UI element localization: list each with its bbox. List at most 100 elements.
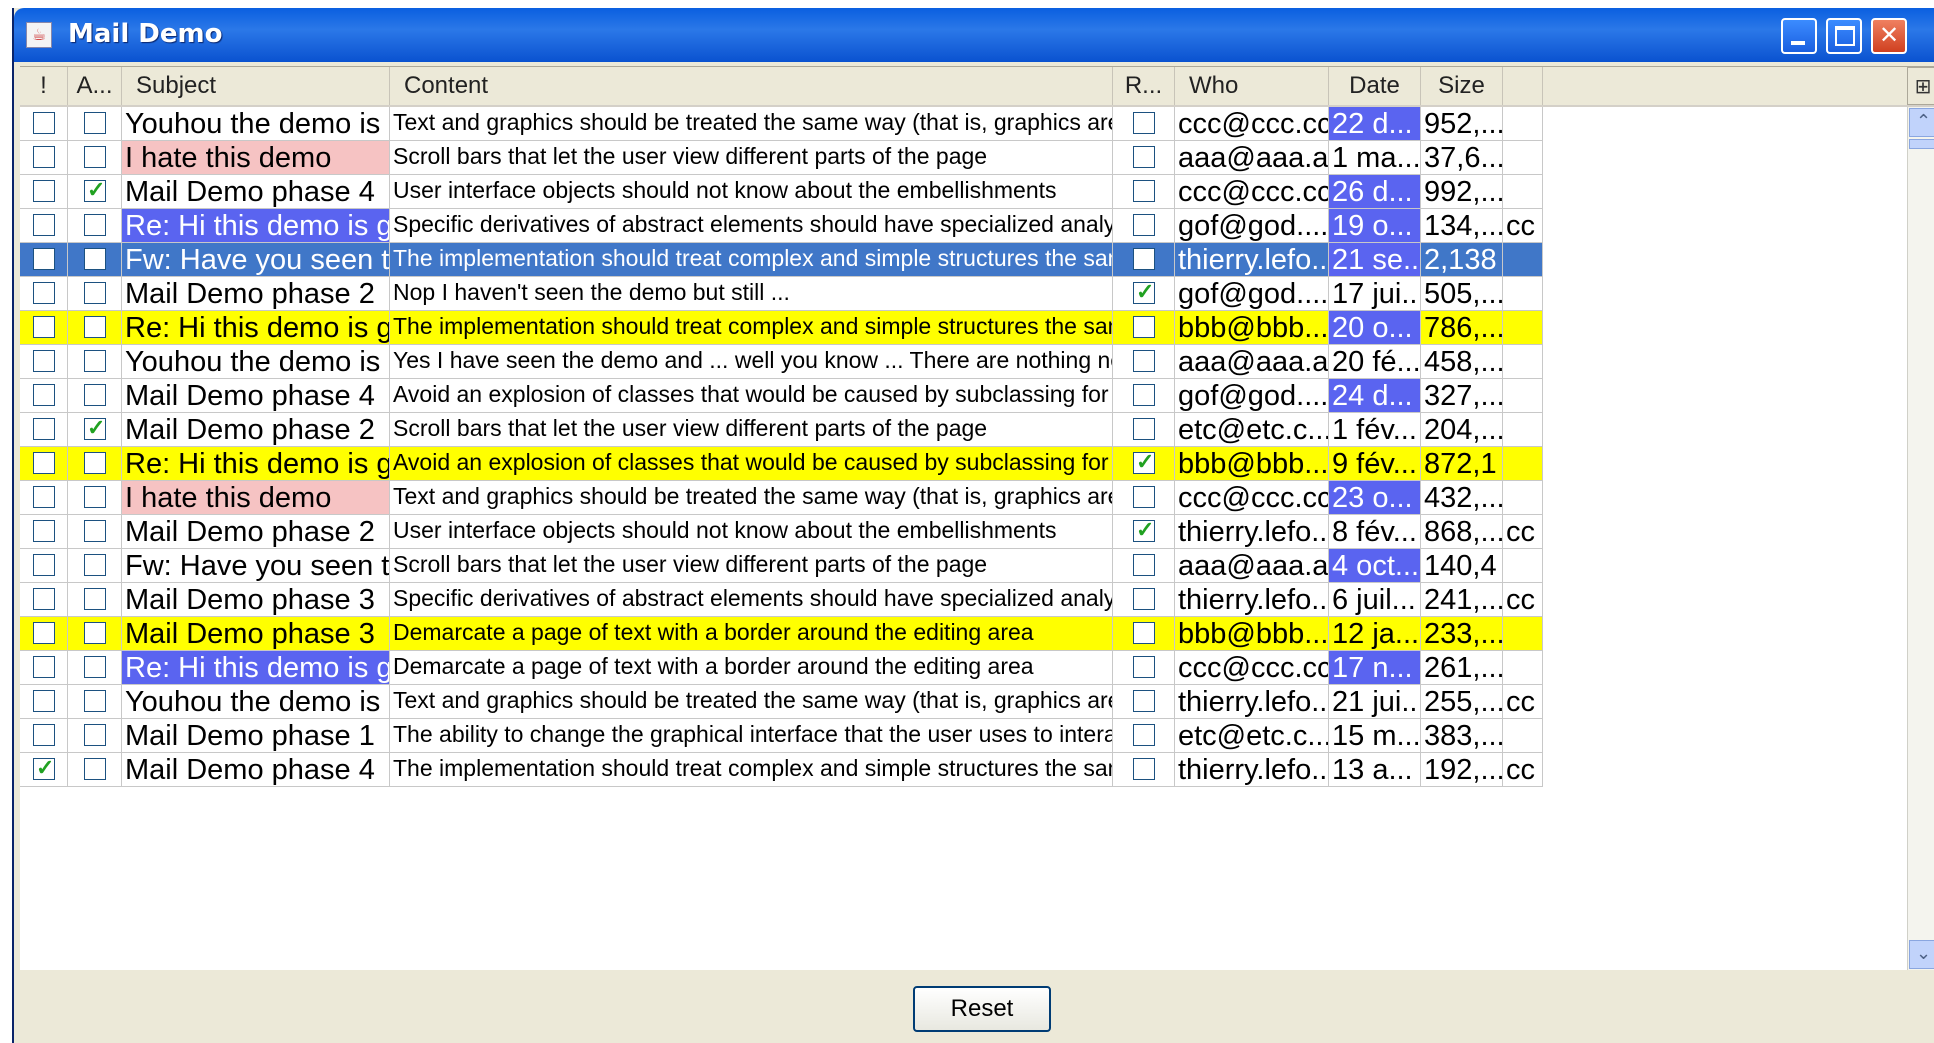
cell-read[interactable] bbox=[1113, 413, 1175, 447]
attach-checkbox[interactable] bbox=[84, 316, 106, 338]
cell-who[interactable]: ccc@ccc.cc bbox=[1175, 107, 1329, 141]
cell-read[interactable] bbox=[1113, 311, 1175, 345]
cell-content[interactable]: User interface objects should not know a… bbox=[390, 515, 1113, 549]
cell-attach[interactable] bbox=[68, 515, 122, 549]
cell-flag[interactable] bbox=[20, 107, 68, 141]
flag-checkbox[interactable] bbox=[33, 418, 55, 440]
cell-extra[interactable] bbox=[1503, 447, 1543, 481]
cell-size[interactable]: 868,... bbox=[1421, 515, 1503, 549]
attach-checkbox[interactable] bbox=[84, 384, 106, 406]
cell-who[interactable]: aaa@aaa.aa bbox=[1175, 141, 1329, 175]
cell-attach[interactable] bbox=[68, 277, 122, 311]
cell-date[interactable]: 1 fév... bbox=[1329, 413, 1421, 447]
table-row[interactable]: Fw: Have you seen t... Scroll bars that l… bbox=[20, 549, 1543, 583]
cell-flag[interactable] bbox=[20, 311, 68, 345]
cell-content[interactable]: Specific derivatives of abstract element… bbox=[390, 583, 1113, 617]
attach-checkbox[interactable] bbox=[84, 248, 106, 270]
flag-checkbox[interactable] bbox=[33, 554, 55, 576]
cell-attach[interactable] bbox=[68, 311, 122, 345]
cell-date[interactable]: 20 o... bbox=[1329, 311, 1421, 345]
read-checkbox[interactable] bbox=[1133, 146, 1155, 168]
flag-checkbox[interactable] bbox=[33, 214, 55, 236]
cell-who[interactable]: bbb@bbb.... bbox=[1175, 311, 1329, 345]
read-checkbox[interactable] bbox=[1133, 622, 1155, 644]
cell-flag[interactable] bbox=[20, 447, 68, 481]
cell-subject[interactable]: I hate this demo bbox=[122, 481, 390, 515]
cell-date[interactable]: 6 juil... bbox=[1329, 583, 1421, 617]
cell-who[interactable]: gof@god.... bbox=[1175, 277, 1329, 311]
cell-extra[interactable] bbox=[1503, 719, 1543, 753]
cell-date[interactable]: 9 fév... bbox=[1329, 447, 1421, 481]
column-header-extra[interactable] bbox=[1503, 67, 1543, 105]
table-row[interactable]: Re: Hi this demo is g... Avoid an explosi… bbox=[20, 447, 1543, 481]
cell-attach[interactable] bbox=[68, 141, 122, 175]
cell-flag[interactable] bbox=[20, 175, 68, 209]
cell-content[interactable]: Text and graphics should be treated the … bbox=[390, 107, 1113, 141]
cell-subject[interactable]: Fw: Have you seen t... bbox=[122, 243, 390, 277]
cell-flag[interactable] bbox=[20, 753, 68, 787]
cell-date[interactable]: 17 jui... bbox=[1329, 277, 1421, 311]
cell-read[interactable] bbox=[1113, 549, 1175, 583]
attach-checkbox[interactable] bbox=[84, 452, 106, 474]
cell-read[interactable] bbox=[1113, 209, 1175, 243]
maximize-button[interactable] bbox=[1826, 18, 1862, 54]
scroll-thumb[interactable] bbox=[1909, 139, 1934, 149]
attach-checkbox[interactable] bbox=[84, 214, 106, 236]
column-header-content[interactable]: Content bbox=[390, 67, 1113, 105]
flag-checkbox[interactable] bbox=[33, 316, 55, 338]
cell-date[interactable]: 4 oct... bbox=[1329, 549, 1421, 583]
flag-checkbox[interactable] bbox=[33, 724, 55, 746]
column-header-subject[interactable]: Subject bbox=[122, 67, 390, 105]
cell-content[interactable]: Scroll bars that let the user view diffe… bbox=[390, 413, 1113, 447]
cell-flag[interactable] bbox=[20, 583, 68, 617]
read-checkbox[interactable] bbox=[1133, 724, 1155, 746]
attach-checkbox[interactable] bbox=[84, 520, 106, 542]
cell-who[interactable]: etc@etc.c... bbox=[1175, 413, 1329, 447]
cell-subject[interactable]: Mail Demo phase 2 bbox=[122, 413, 390, 447]
column-header-who[interactable]: Who bbox=[1175, 67, 1329, 105]
flag-checkbox[interactable] bbox=[33, 690, 55, 712]
cell-size[interactable]: 952,... bbox=[1421, 107, 1503, 141]
flag-checkbox[interactable] bbox=[33, 146, 55, 168]
cell-size[interactable]: 204,... bbox=[1421, 413, 1503, 447]
table-row[interactable]: Mail Demo phase 3 Specific derivatives of… bbox=[20, 583, 1543, 617]
cell-read[interactable] bbox=[1113, 583, 1175, 617]
cell-flag[interactable] bbox=[20, 719, 68, 753]
cell-read[interactable] bbox=[1113, 447, 1175, 481]
cell-subject[interactable]: Mail Demo phase 4 bbox=[122, 379, 390, 413]
cell-who[interactable]: aaa@aaa.aa bbox=[1175, 345, 1329, 379]
cell-size[interactable]: 992,... bbox=[1421, 175, 1503, 209]
cell-content[interactable]: The implementation should treat complex … bbox=[390, 243, 1113, 277]
cell-flag[interactable] bbox=[20, 413, 68, 447]
cell-content[interactable]: The ability to change the graphical inte… bbox=[390, 719, 1113, 753]
cell-flag[interactable] bbox=[20, 515, 68, 549]
reset-button[interactable]: Reset bbox=[913, 986, 1051, 1032]
cell-size[interactable]: 37,6... bbox=[1421, 141, 1503, 175]
attach-checkbox[interactable] bbox=[84, 486, 106, 508]
read-checkbox[interactable] bbox=[1133, 758, 1155, 780]
cell-who[interactable]: thierry.lefo... bbox=[1175, 243, 1329, 277]
cell-extra[interactable] bbox=[1503, 141, 1543, 175]
attach-checkbox[interactable] bbox=[84, 758, 106, 780]
cell-who[interactable]: thierry.lefo... bbox=[1175, 583, 1329, 617]
read-checkbox[interactable] bbox=[1133, 180, 1155, 202]
cell-attach[interactable] bbox=[68, 379, 122, 413]
cell-date[interactable]: 26 d... bbox=[1329, 175, 1421, 209]
title-bar[interactable]: ☕ Mail Demo bbox=[14, 8, 1934, 62]
cell-who[interactable]: ccc@ccc.cc bbox=[1175, 481, 1329, 515]
cell-content[interactable]: Nop I haven't seen the demo but still ..… bbox=[390, 277, 1113, 311]
cell-read[interactable] bbox=[1113, 481, 1175, 515]
table-row[interactable]: Youhou the demo is ... Yes I have seen th… bbox=[20, 345, 1543, 379]
cell-content[interactable]: Scroll bars that let the user view diffe… bbox=[390, 141, 1113, 175]
cell-read[interactable] bbox=[1113, 107, 1175, 141]
cell-extra[interactable]: cc bbox=[1503, 583, 1543, 617]
cell-content[interactable]: Scroll bars that let the user view diffe… bbox=[390, 549, 1113, 583]
flag-checkbox[interactable] bbox=[33, 486, 55, 508]
cell-attach[interactable] bbox=[68, 243, 122, 277]
close-button[interactable] bbox=[1871, 18, 1907, 54]
table-row[interactable]: Mail Demo phase 4User interface objects … bbox=[20, 175, 1543, 209]
cell-attach[interactable] bbox=[68, 447, 122, 481]
cell-content[interactable]: Text and graphics should be treated the … bbox=[390, 685, 1113, 719]
table-row[interactable]: Mail Demo phase 4The implementation shou… bbox=[20, 753, 1543, 787]
cell-read[interactable] bbox=[1113, 141, 1175, 175]
